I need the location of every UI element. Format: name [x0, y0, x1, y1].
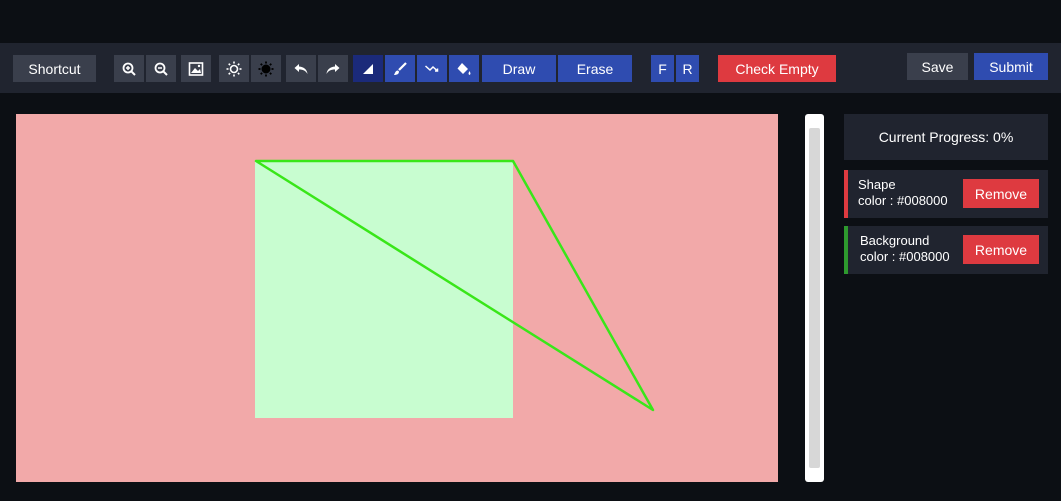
- layer-item-shape[interactable]: Shape color : #008000 Remove: [844, 170, 1048, 218]
- canvas-drawing: [254, 159, 655, 418]
- layer-name: Shape: [858, 177, 896, 192]
- redo-icon: [318, 55, 348, 82]
- canvas-scrollbar[interactable]: [805, 114, 824, 482]
- image-icon: [181, 55, 211, 82]
- save-button[interactable]: Save: [907, 53, 968, 80]
- layer-label: Background color : #008000: [860, 233, 950, 265]
- brightness-up-button[interactable]: [219, 55, 249, 82]
- layer-name: Background: [860, 233, 930, 248]
- progress-indicator: Current Progress: 0%: [844, 114, 1048, 160]
- fill-tool-button[interactable]: [449, 55, 479, 82]
- layer-color: color : #008000: [860, 249, 950, 264]
- submit-button[interactable]: Submit: [974, 53, 1048, 80]
- zoom-in-button[interactable]: [114, 55, 144, 82]
- app-root: Shortcut Draw Erase F R Check Empty Save…: [0, 0, 1061, 501]
- line-tool-button[interactable]: [417, 55, 447, 82]
- r-button[interactable]: R: [676, 55, 699, 82]
- scrollbar-thumb[interactable]: [809, 128, 820, 468]
- f-button[interactable]: F: [651, 55, 674, 82]
- brush-icon: [385, 55, 415, 82]
- layer-color-bar: [844, 170, 848, 218]
- zoom-out-button[interactable]: [146, 55, 176, 82]
- fill-bucket-icon: [449, 55, 479, 82]
- polygon-tool-button[interactable]: [353, 55, 383, 82]
- brightness-down-icon: [251, 55, 281, 82]
- layer-item-background[interactable]: Background color : #008000 Remove: [844, 226, 1048, 274]
- remove-background-button[interactable]: Remove: [963, 235, 1039, 264]
- image-button[interactable]: [181, 55, 211, 82]
- redo-button[interactable]: [318, 55, 348, 82]
- shortcut-button[interactable]: Shortcut: [13, 55, 96, 82]
- brush-tool-button[interactable]: [385, 55, 415, 82]
- polygon-tool-icon: [353, 55, 383, 82]
- toolbar: Shortcut Draw Erase F R Check Empty Save…: [0, 43, 1061, 93]
- background-region: [255, 161, 513, 418]
- check-empty-button[interactable]: Check Empty: [718, 55, 836, 82]
- erase-button[interactable]: Erase: [558, 55, 632, 82]
- layer-label: Shape color : #008000: [858, 177, 948, 209]
- brightness-up-icon: [219, 55, 249, 82]
- layer-color: color : #008000: [858, 193, 948, 208]
- line-tool-icon: [417, 55, 447, 82]
- zoom-out-icon: [146, 55, 176, 82]
- brightness-down-button[interactable]: [251, 55, 281, 82]
- drawing-canvas[interactable]: [16, 114, 778, 482]
- draw-button[interactable]: Draw: [482, 55, 556, 82]
- zoom-in-icon: [114, 55, 144, 82]
- undo-icon: [286, 55, 316, 82]
- undo-button[interactable]: [286, 55, 316, 82]
- remove-shape-button[interactable]: Remove: [963, 179, 1039, 208]
- layer-color-bar: [844, 226, 848, 274]
